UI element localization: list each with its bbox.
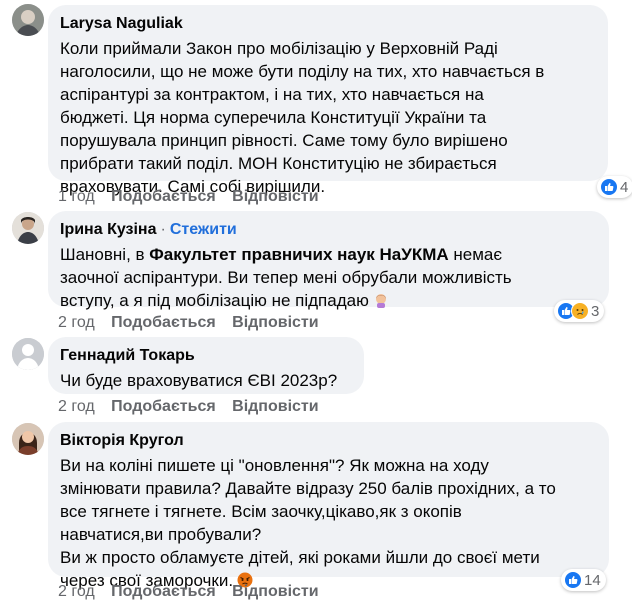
like-button[interactable]: Подобається <box>111 188 216 205</box>
comment-actions: 2 год Подобається Відповісти <box>58 313 331 333</box>
comment-text-part: Ви на коліні пишете ці "оновлення"? Як м… <box>60 456 556 590</box>
author-name[interactable]: Ірина Кузіна <box>60 221 156 238</box>
author-name[interactable]: Larysa Naguliak <box>60 15 183 32</box>
like-button[interactable]: Подобається <box>111 398 216 415</box>
comment-text: Ви на коліні пишете ці "оновлення"? Як м… <box>60 454 597 592</box>
author-name[interactable]: Вікторія Кругол <box>60 432 184 449</box>
avatar[interactable] <box>12 338 44 370</box>
timestamp[interactable]: 2 год <box>58 583 95 600</box>
like-button[interactable]: Подобається <box>111 583 216 600</box>
timestamp[interactable]: 2 год <box>58 314 95 331</box>
reaction-count: 4 <box>620 178 629 196</box>
reaction-count: 3 <box>591 302 600 320</box>
reply-button[interactable]: Відповісти <box>232 398 318 415</box>
follow-link[interactable]: Стежити <box>170 221 237 238</box>
comment-bubble: Вікторія Кругол Ви на коліні пишете ці "… <box>48 422 609 590</box>
avatar[interactable] <box>12 4 44 36</box>
avatar[interactable] <box>12 212 44 244</box>
page-mention[interactable]: Факультет правничих наук НаУКМА <box>149 245 448 264</box>
reaction-count: 14 <box>584 571 601 589</box>
like-icon <box>600 178 618 196</box>
author-name[interactable]: Геннадий Токарь <box>60 347 195 364</box>
reaction-summary[interactable]: 14 <box>561 569 606 591</box>
reply-button[interactable]: Відповісти <box>232 314 318 331</box>
comment-bubble: Геннадий Токарь Чи буде враховуватися ЄВ… <box>48 337 364 394</box>
comment-text: Коли приймали Закон про мобілізацію у Ве… <box>60 39 545 196</box>
reply-button[interactable]: Відповісти <box>232 583 318 600</box>
woman-gesturing-emoji <box>373 291 389 308</box>
comment-actions: 2 год Подобається Відповісти <box>58 582 331 600</box>
sad-icon <box>571 302 589 320</box>
reply-button[interactable]: Відповісти <box>232 188 318 205</box>
reaction-summary[interactable]: 3 <box>554 300 605 322</box>
like-icon <box>564 571 582 589</box>
comment-text: Чи буде враховуватися ЄВІ 2023р? <box>60 371 338 390</box>
comment-text-part: Шановні, в <box>60 245 150 264</box>
comment-actions: 2 год Подобається Відповісти <box>58 397 331 417</box>
timestamp[interactable]: 2 год <box>58 398 95 415</box>
avatar[interactable] <box>12 423 44 455</box>
comment-text: Шановні, в Факультет правничих наук НаУК… <box>60 243 597 312</box>
comment-bubble: Larysa Naguliak Коли приймали Закон про … <box>48 5 608 196</box>
timestamp[interactable]: 1 год <box>58 188 95 205</box>
like-button[interactable]: Подобається <box>111 314 216 331</box>
separator-dot: · <box>160 221 166 238</box>
comment-actions: 1 год Подобається Відповісти <box>58 187 331 207</box>
comment-bubble: Ірина Кузіна · Стежити Шановні, в Факульте… <box>48 211 609 310</box>
reaction-summary[interactable]: 4 <box>597 176 632 198</box>
